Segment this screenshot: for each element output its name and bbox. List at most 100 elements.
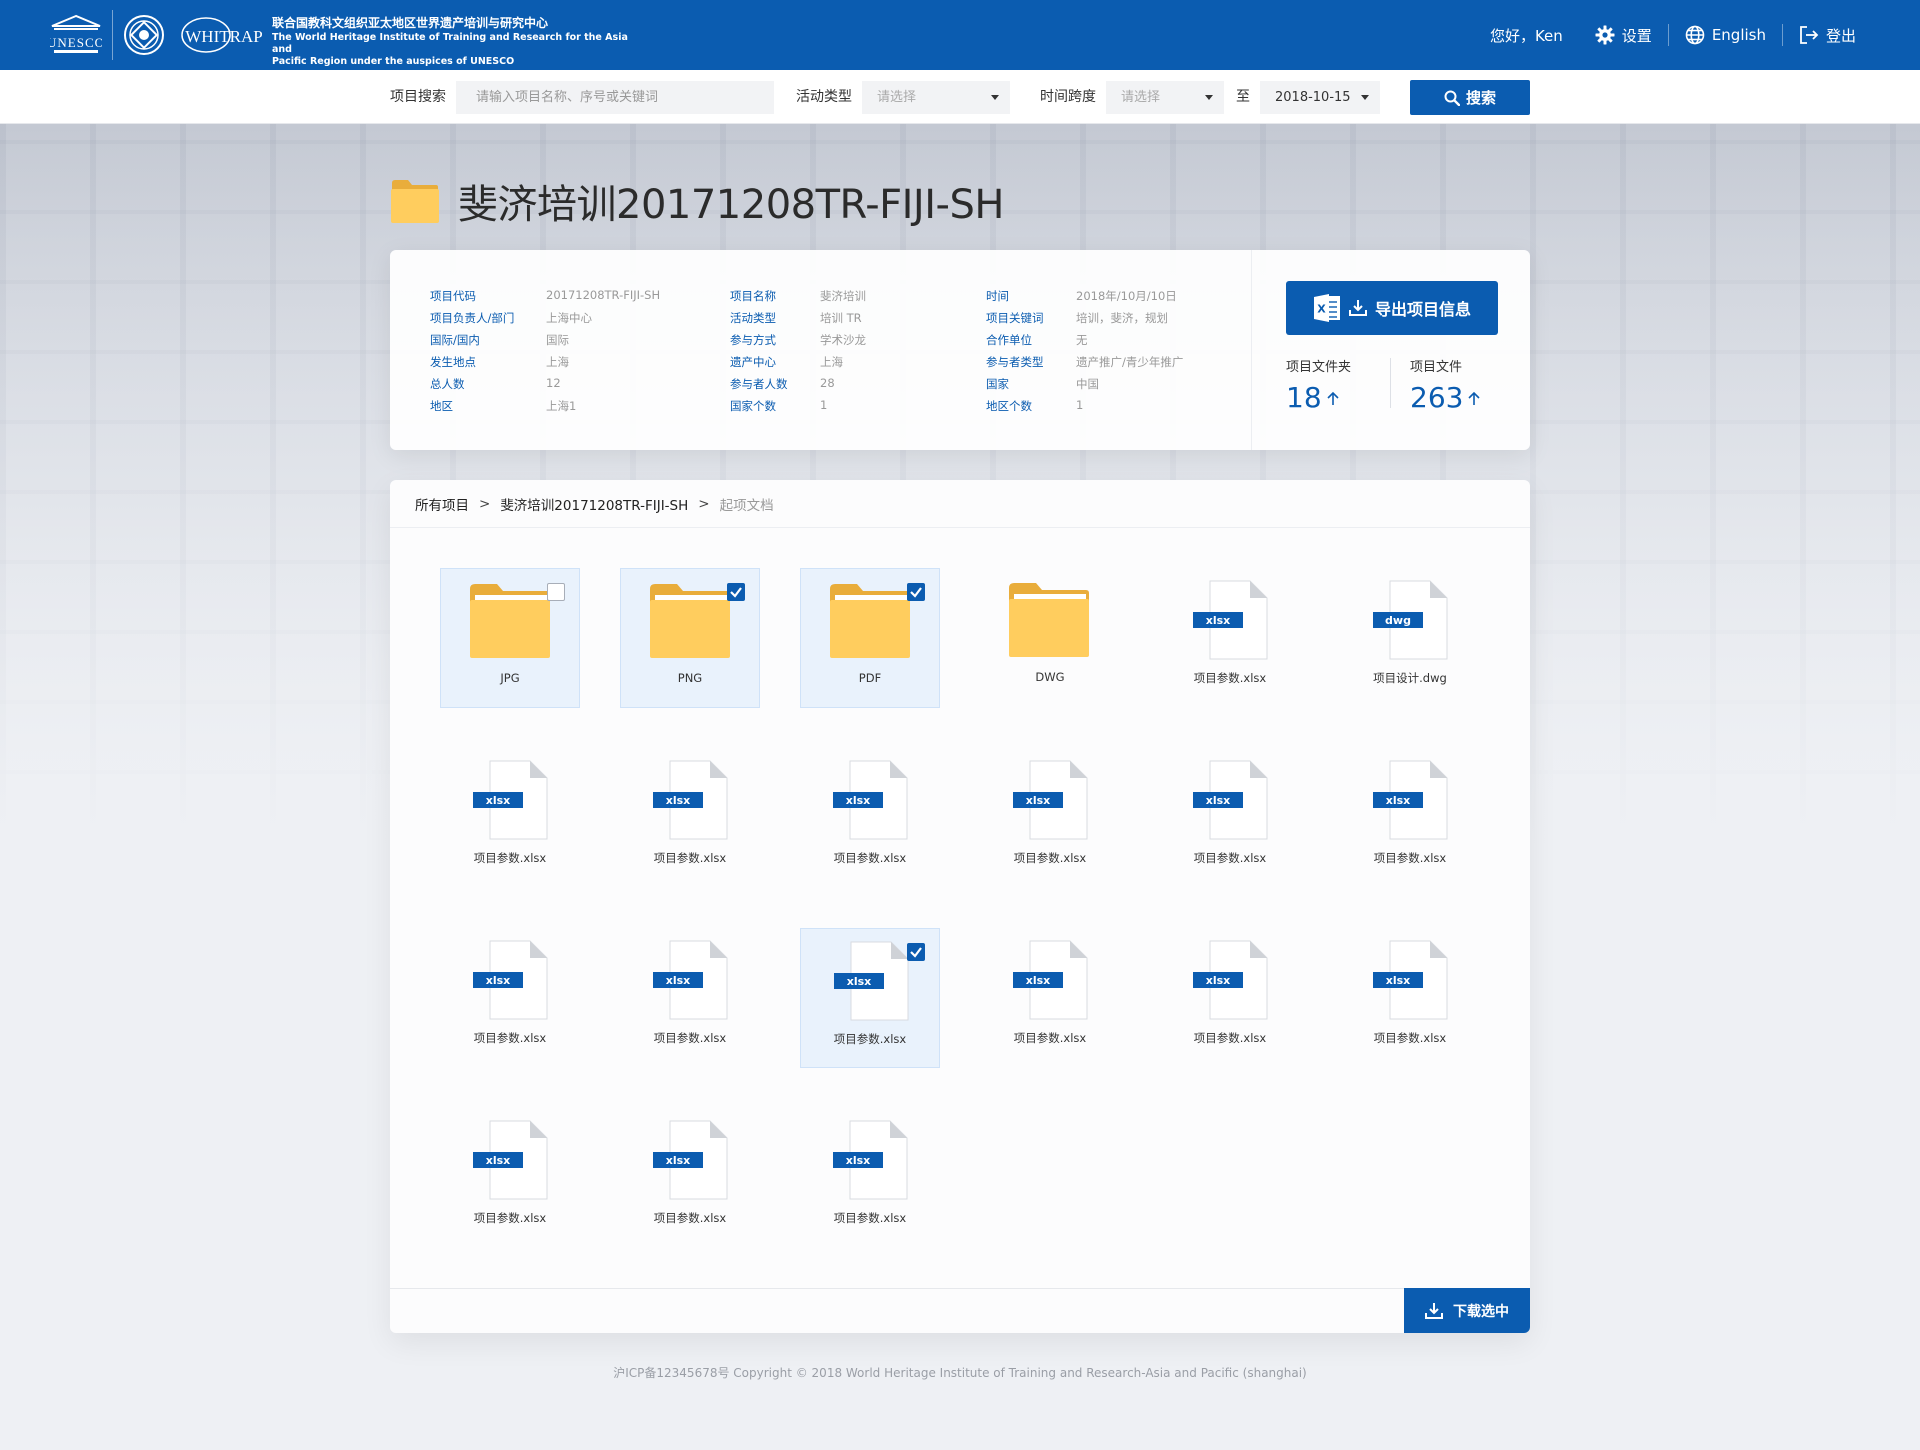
folder-icon — [1009, 583, 1089, 657]
xlsx-file-icon: xlsx — [1373, 760, 1448, 840]
item-name: 项目参数.xlsx — [1193, 671, 1267, 685]
unesco-logo: UNESCO — [50, 14, 102, 53]
info-key: 时间 — [986, 289, 1009, 303]
breadcrumb-root[interactable]: 所有项目 — [415, 494, 469, 514]
file-item[interactable]: xlsx 项目参数.xlsx — [980, 928, 1120, 1068]
file-browser-footer-divider — [390, 1288, 1530, 1289]
folder-item[interactable]: PDF — [800, 568, 940, 708]
checkbox-checked[interactable] — [907, 943, 925, 961]
xlsx-file-icon: xlsx — [833, 760, 908, 840]
activity-type-value: 请选择 — [877, 90, 917, 105]
folder-item[interactable]: JPG — [440, 568, 580, 708]
file-item[interactable]: xlsx 项目参数.xlsx — [980, 748, 1120, 888]
file-extension-badge: xlsx — [1386, 974, 1411, 987]
item-name: 项目参数.xlsx — [1193, 851, 1267, 865]
file-item[interactable]: xlsx 项目参数.xlsx — [440, 748, 580, 888]
info-row: 项目代码 20171208TR-FIJI-SH — [430, 288, 660, 310]
excel-icon: X — [1313, 294, 1340, 322]
org-name-en: The World Heritage Institute of Training… — [272, 32, 632, 68]
file-item[interactable]: xlsx 项目参数.xlsx — [1340, 928, 1480, 1068]
file-item[interactable]: xlsx 项目参数.xlsx — [440, 1108, 580, 1248]
caret-down-icon — [1205, 95, 1213, 100]
item-name: JPG — [500, 671, 520, 685]
file-item[interactable]: xlsx 项目参数.xlsx — [1160, 928, 1300, 1068]
item-name: 项目参数.xlsx — [653, 1211, 727, 1225]
org-name-en-line1: The World Heritage Institute of Training… — [272, 32, 628, 55]
info-row: 国家 中国 — [986, 376, 1183, 398]
project-search-label: 项目搜索 — [390, 89, 446, 105]
item-name: 项目参数.xlsx — [1013, 1031, 1087, 1045]
info-row: 项目名称 斐济培训 — [730, 288, 866, 310]
user-greeting[interactable]: 您好，Ken — [1474, 25, 1579, 46]
folder-item[interactable]: PNG — [620, 568, 760, 708]
export-project-info-button[interactable]: X 导出项目信息 — [1286, 281, 1498, 335]
arrow-up-icon — [1468, 391, 1481, 405]
info-column-2: 项目名称 斐济培训 活动类型 培训 TR 参与方式 学术沙龙 遗产中心 上海 参与者人数 28 国家… — [730, 288, 866, 420]
info-row: 参与方式 学术沙龙 — [730, 332, 866, 354]
info-key: 活动类型 — [730, 311, 776, 325]
xlsx-file-icon: xlsx — [653, 760, 728, 840]
info-value: 中国 — [1076, 377, 1099, 391]
breadcrumb-project[interactable]: 斐济培训20171208TR-FIJI-SH — [500, 494, 688, 514]
info-value: 上海 — [820, 355, 843, 369]
logo-separator — [112, 10, 113, 60]
info-key: 国家个数 — [730, 399, 776, 413]
project-info-card: 项目代码 20171208TR-FIJI-SH 项目负责人/部门 上海中心 国际/国内国… — [390, 250, 1530, 450]
file-extension-badge: xlsx — [666, 974, 691, 987]
timespan-start-value: 请选择 — [1121, 90, 1161, 105]
file-item[interactable]: xlsx 项目参数.xlsx — [800, 1108, 940, 1248]
file-extension-badge: xlsx — [486, 794, 511, 807]
item-name: 项目参数.xlsx — [653, 1031, 727, 1045]
check-icon — [910, 587, 922, 598]
info-row: 合作单位 无 — [986, 332, 1183, 354]
file-item[interactable]: dwg 项目设计.dwg — [1340, 568, 1480, 708]
file-extension-badge: xlsx — [846, 794, 871, 807]
top-header: UNESCO WHITRAP 联合国教科文组织亚太地区世界遗产培训与研究中心 T… — [0, 0, 1920, 70]
project-search-input[interactable]: 请输入项目名称、序号或关键词 — [456, 81, 774, 114]
info-value: 20171208TR-FIJI-SH — [546, 288, 661, 302]
info-value: 上海中心 — [546, 311, 592, 325]
file-count-value-row: 263 — [1410, 381, 1481, 414]
info-value: 上海 — [546, 355, 569, 369]
xlsx-file-icon: xlsx — [1193, 940, 1268, 1020]
activity-type-select[interactable]: 请选择 — [862, 81, 1010, 114]
xlsx-file-icon: xlsx — [1013, 940, 1088, 1020]
timespan-start-select[interactable]: 请选择 — [1106, 81, 1224, 114]
language-switch[interactable]: English — [1669, 25, 1782, 45]
file-item[interactable]: xlsx 项目参数.xlsx — [1340, 748, 1480, 888]
dwg-file-icon: dwg — [1373, 580, 1448, 660]
download-selected-button[interactable]: 下载选中 — [1404, 1288, 1530, 1333]
search-button[interactable]: 搜索 — [1410, 80, 1530, 115]
file-extension-badge: xlsx — [1386, 794, 1411, 807]
checkbox-checked[interactable] — [727, 583, 745, 601]
info-row: 国家个数 1 — [730, 398, 866, 420]
file-item[interactable]: xlsx 项目参数.xlsx — [620, 1108, 760, 1248]
file-item[interactable]: xlsx 项目参数.xlsx — [1160, 748, 1300, 888]
file-extension-badge: xlsx — [846, 1154, 871, 1167]
xlsx-file-icon: xlsx — [473, 940, 548, 1020]
project-header: 斐济培训20171208TR-FIJI-SH — [390, 172, 1004, 230]
project-info-fields: 项目代码 20171208TR-FIJI-SH 项目负责人/部门 上海中心 国际/国内国… — [390, 250, 1252, 450]
file-extension-badge: xlsx — [1026, 794, 1051, 807]
checkbox-checked[interactable] — [907, 583, 925, 601]
info-value: 无 — [1076, 333, 1088, 347]
file-item[interactable]: xlsx 项目参数.xlsx — [620, 748, 760, 888]
file-item[interactable]: xlsx 项目参数.xlsx — [1160, 568, 1300, 708]
file-item[interactable]: xlsx 项目参数.xlsx — [800, 928, 940, 1068]
file-item[interactable]: xlsx 项目参数.xlsx — [440, 928, 580, 1068]
item-name: 项目参数.xlsx — [1193, 1031, 1267, 1045]
timespan-end-select[interactable]: 2018-10-15 — [1260, 81, 1380, 114]
file-item[interactable]: xlsx 项目参数.xlsx — [620, 928, 760, 1068]
file-item[interactable]: xlsx 项目参数.xlsx — [800, 748, 940, 888]
folder-item[interactable]: DWG — [980, 568, 1120, 708]
item-name: 项目参数.xlsx — [473, 1031, 547, 1045]
info-value: 2018年/10月/10日 — [1076, 289, 1177, 303]
info-value: 培训 TR — [820, 311, 862, 325]
settings-button[interactable]: 设置 — [1579, 25, 1668, 46]
checkbox-unchecked[interactable] — [547, 583, 565, 601]
info-key: 参与者类型 — [986, 355, 1044, 369]
file-extension-badge: xlsx — [847, 975, 872, 988]
logout-button[interactable]: 登出 — [1783, 25, 1872, 46]
item-name: PDF — [858, 671, 882, 685]
footer-copyright: 沪ICP备12345678号 Copyright © 2018 World He… — [613, 1366, 1307, 1380]
